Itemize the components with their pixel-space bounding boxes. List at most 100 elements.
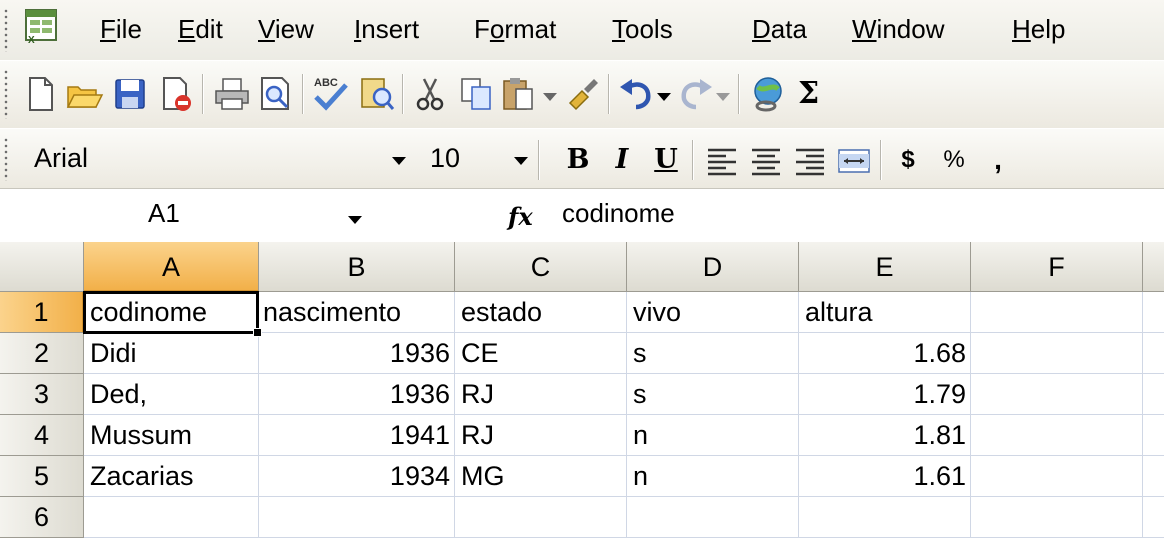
cell-f4[interactable] [971, 415, 1143, 456]
align-center-icon[interactable] [748, 140, 784, 180]
cell-e5[interactable]: 1.61 [799, 456, 971, 497]
cell-e3[interactable]: 1.79 [799, 374, 971, 415]
row-header-6[interactable]: 6 [0, 497, 84, 538]
menu-tools[interactable]: Tools [612, 14, 673, 44]
cell-e6[interactable] [799, 497, 971, 538]
italic-button[interactable]: I [602, 140, 642, 180]
cell-d6[interactable] [627, 497, 799, 538]
cut-icon[interactable] [410, 73, 450, 115]
excel-app-icon[interactable]: X [20, 6, 62, 46]
align-right-icon[interactable] [792, 140, 828, 180]
font-size-select[interactable]: 10 [430, 136, 500, 180]
column-header-c[interactable]: C [455, 242, 627, 292]
paste-icon[interactable] [498, 73, 538, 115]
currency-button[interactable]: $ [888, 140, 928, 180]
toolbar-grip[interactable] [4, 69, 8, 119]
permission-icon[interactable] [156, 73, 196, 115]
cell-e2[interactable]: 1.68 [799, 333, 971, 374]
cell-d4[interactable]: n [627, 415, 799, 456]
column-header-f[interactable]: F [971, 242, 1143, 292]
cell-a1[interactable]: codinome [84, 292, 259, 333]
row-header-1[interactable]: 1 [0, 292, 84, 333]
redo-dropdown-icon[interactable] [716, 93, 730, 101]
underline-button[interactable]: U [646, 140, 686, 180]
menu-view[interactable]: View [258, 14, 314, 44]
column-header-d[interactable]: D [627, 242, 799, 292]
paste-dropdown-icon[interactable] [543, 93, 557, 101]
print-preview-icon[interactable] [256, 73, 296, 115]
redo-icon[interactable] [676, 73, 716, 115]
menu-format[interactable]: Format [474, 14, 556, 44]
menu-edit[interactable]: Edit [178, 14, 223, 44]
cell-a4[interactable]: Mussum [84, 415, 259, 456]
autosum-icon[interactable]: Σ [798, 76, 819, 111]
font-size-dropdown-icon[interactable] [514, 157, 528, 165]
cell-b3[interactable]: 1936 [259, 374, 455, 415]
cell-b5[interactable]: 1934 [259, 456, 455, 497]
cell-f1[interactable] [971, 292, 1143, 333]
cell-c5[interactable]: MG [455, 456, 627, 497]
row-header-2[interactable]: 2 [0, 333, 84, 374]
research-icon[interactable] [356, 73, 396, 115]
cell-d5[interactable]: n [627, 456, 799, 497]
undo-icon[interactable] [616, 73, 656, 115]
column-header-a[interactable]: A [84, 242, 259, 292]
menu-data[interactable]: Data [752, 14, 807, 44]
font-name-dropdown-icon[interactable] [392, 157, 406, 165]
cell-c4[interactable]: RJ [455, 415, 627, 456]
font-name-select[interactable]: Arial [28, 136, 412, 180]
menu-help[interactable]: Help [1012, 14, 1065, 44]
cell-c1[interactable]: estado [455, 292, 627, 333]
name-box-value[interactable]: A1 [148, 198, 180, 229]
cell-e1[interactable]: altura [799, 292, 971, 333]
new-icon[interactable] [20, 73, 60, 115]
toolbar-grip[interactable] [4, 8, 8, 52]
cell-a5[interactable]: Zacarias [84, 456, 259, 497]
copy-icon[interactable] [456, 73, 496, 115]
cell-g3[interactable] [1143, 374, 1164, 415]
cell-a6[interactable] [84, 497, 259, 538]
print-icon[interactable] [212, 73, 252, 115]
cell-d2[interactable]: s [627, 333, 799, 374]
cell-f6[interactable] [971, 497, 1143, 538]
row-header-3[interactable]: 3 [0, 374, 84, 415]
cell-d1[interactable]: vivo [627, 292, 799, 333]
cell-a2[interactable]: Didi [84, 333, 259, 374]
cell-b4[interactable]: 1941 [259, 415, 455, 456]
insert-function-icon[interactable]: fx [508, 202, 533, 231]
column-header-e[interactable]: E [799, 242, 971, 292]
format-painter-icon[interactable] [562, 73, 602, 115]
cell-g4[interactable] [1143, 415, 1164, 456]
open-icon[interactable] [64, 73, 104, 115]
column-header-b[interactable]: B [259, 242, 455, 292]
formula-input[interactable]: codinome [562, 198, 675, 229]
hyperlink-icon[interactable] [748, 73, 788, 115]
cell-c2[interactable]: CE [455, 333, 627, 374]
cell-g2[interactable] [1143, 333, 1164, 374]
cell-c6[interactable] [455, 497, 627, 538]
cell-c3[interactable]: RJ [455, 374, 627, 415]
undo-dropdown-icon[interactable] [657, 93, 671, 101]
select-all-corner[interactable] [0, 242, 84, 292]
cell-b6[interactable] [259, 497, 455, 538]
row-header-5[interactable]: 5 [0, 456, 84, 497]
cell-b2[interactable]: 1936 [259, 333, 455, 374]
cell-b1[interactable]: nascimento [259, 292, 455, 333]
comma-style-button[interactable]: , [978, 140, 1018, 180]
cell-f2[interactable] [971, 333, 1143, 374]
menu-insert[interactable]: Insert [354, 14, 419, 44]
merge-center-icon[interactable] [836, 140, 872, 180]
fill-handle[interactable] [253, 328, 262, 337]
cell-g5[interactable] [1143, 456, 1164, 497]
menu-file[interactable]: File [100, 14, 142, 44]
cell-f5[interactable] [971, 456, 1143, 497]
bold-button[interactable]: B [558, 140, 598, 180]
align-left-icon[interactable] [704, 140, 740, 180]
spelling-icon[interactable]: ABC [310, 73, 350, 115]
menu-window[interactable]: Window [852, 14, 944, 44]
name-box-dropdown-icon[interactable] [348, 216, 362, 224]
cell-g1[interactable] [1143, 292, 1164, 333]
cell-d3[interactable]: s [627, 374, 799, 415]
cell-a3[interactable]: Ded, [84, 374, 259, 415]
cell-e4[interactable]: 1.81 [799, 415, 971, 456]
